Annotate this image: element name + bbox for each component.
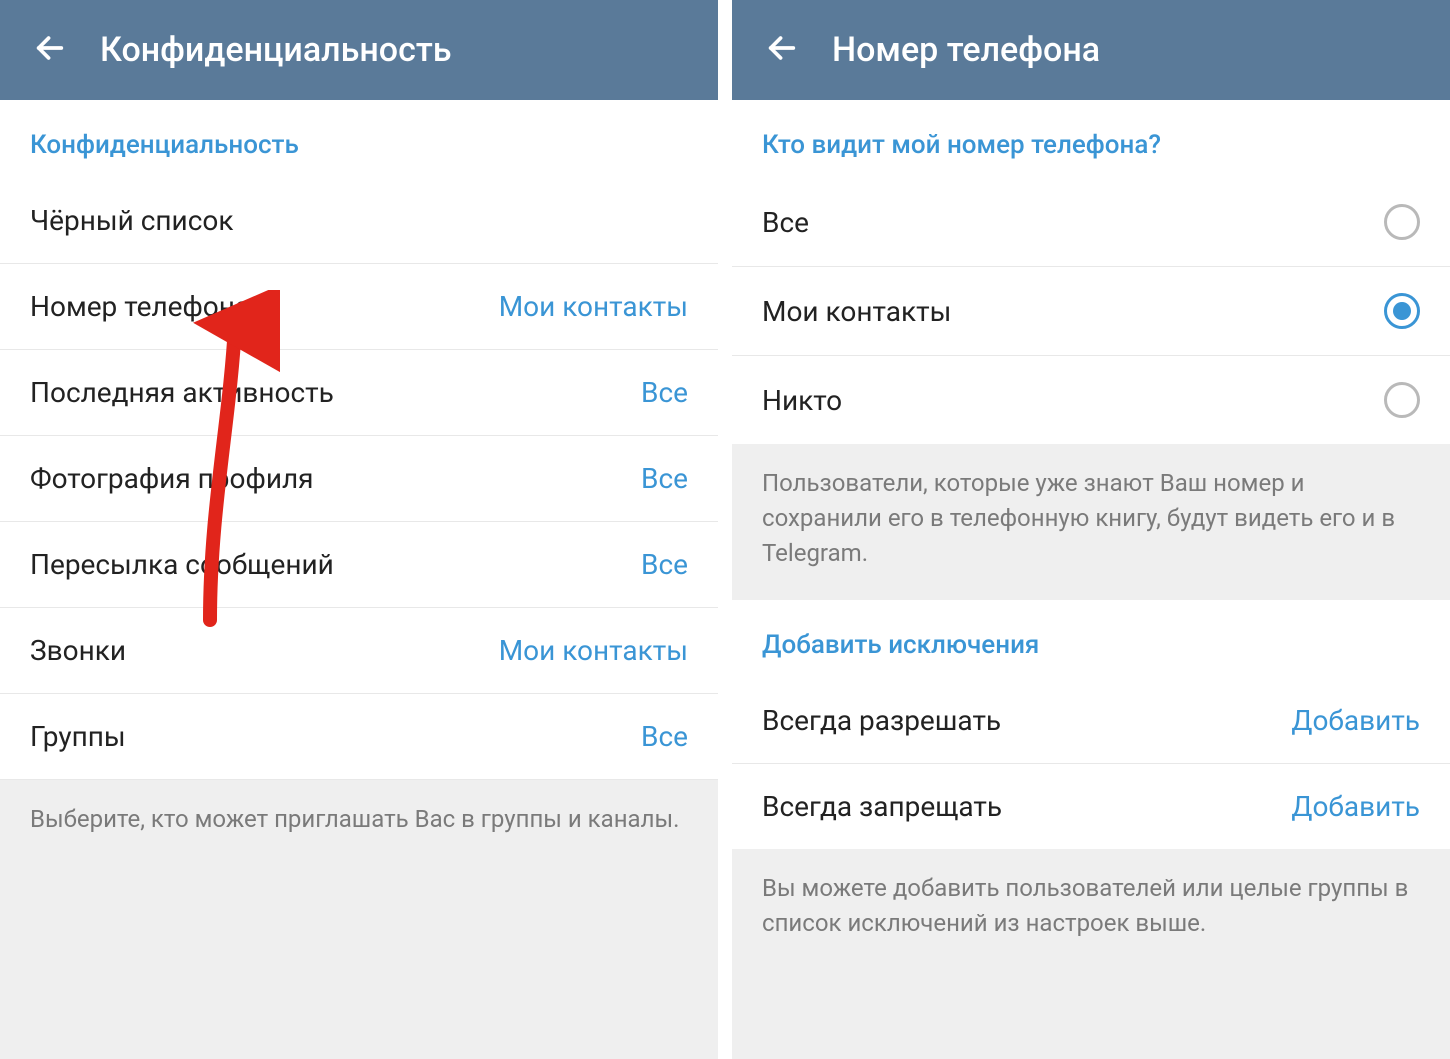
appbar-title: Номер телефона [832, 30, 1100, 70]
footer-groups-note: Выберите, кто может приглашать Вас в гру… [0, 780, 718, 1059]
back-button[interactable] [752, 20, 812, 80]
row-label: Фотография профиля [30, 462, 314, 495]
row-profile-photo[interactable]: Фотография профиля Все [0, 436, 718, 522]
phone-number-screen: Номер телефона Кто видит мой номер телеф… [732, 0, 1450, 1059]
row-value: Мои контакты [499, 290, 688, 323]
radio-option-everyone[interactable]: Все [732, 178, 1450, 267]
row-value: Все [641, 462, 688, 495]
row-label: Группы [30, 720, 126, 753]
info-exceptions: Вы можете добавить пользователей или цел… [732, 849, 1450, 1059]
add-link[interactable]: Добавить [1291, 704, 1420, 737]
radio-label: Мои контакты [762, 295, 951, 328]
appbar-phone: Номер телефона [732, 0, 1450, 100]
radio-icon [1384, 293, 1420, 329]
row-calls[interactable]: Звонки Мои контакты [0, 608, 718, 694]
row-label: Всегда разрешать [762, 704, 1001, 737]
back-button[interactable] [20, 20, 80, 80]
row-groups[interactable]: Группы Все [0, 694, 718, 780]
row-label: Пересылка сообщений [30, 548, 334, 581]
radio-icon [1384, 382, 1420, 418]
row-always-deny[interactable]: Всегда запрещать Добавить [732, 764, 1450, 849]
row-label: Звонки [30, 634, 126, 667]
row-label: Последняя активность [30, 376, 334, 409]
row-label: Чёрный список [30, 204, 233, 237]
section-header-exceptions: Добавить исключения [732, 600, 1450, 678]
privacy-screen: Конфиденциальность Конфиденциальность Чё… [0, 0, 718, 1059]
row-value: Мои контакты [499, 634, 688, 667]
add-link[interactable]: Добавить [1291, 790, 1420, 823]
arrow-left-icon [765, 31, 799, 69]
row-last-seen[interactable]: Последняя активность Все [0, 350, 718, 436]
arrow-left-icon [33, 31, 67, 69]
row-label: Номер телефона [30, 290, 250, 323]
row-forwarding[interactable]: Пересылка сообщений Все [0, 522, 718, 608]
section-header-who-sees: Кто видит мой номер телефона? [732, 100, 1450, 178]
radio-label: Никто [762, 384, 842, 417]
appbar-privacy: Конфиденциальность [0, 0, 718, 100]
section-header-privacy: Конфиденциальность [0, 100, 718, 178]
row-blocklist[interactable]: Чёрный список [0, 178, 718, 264]
radio-label: Все [762, 206, 809, 239]
radio-icon [1384, 204, 1420, 240]
row-label: Всегда запрещать [762, 790, 1002, 823]
row-value: Все [641, 548, 688, 581]
row-always-allow[interactable]: Всегда разрешать Добавить [732, 678, 1450, 764]
info-known-contacts: Пользователи, которые уже знают Ваш номе… [732, 444, 1450, 600]
row-phone-number[interactable]: Номер телефона Мои контакты [0, 264, 718, 350]
row-value: Все [641, 376, 688, 409]
row-value: Все [641, 720, 688, 753]
radio-option-nobody[interactable]: Никто [732, 356, 1450, 444]
radio-option-contacts[interactable]: Мои контакты [732, 267, 1450, 356]
appbar-title: Конфиденциальность [100, 30, 451, 70]
